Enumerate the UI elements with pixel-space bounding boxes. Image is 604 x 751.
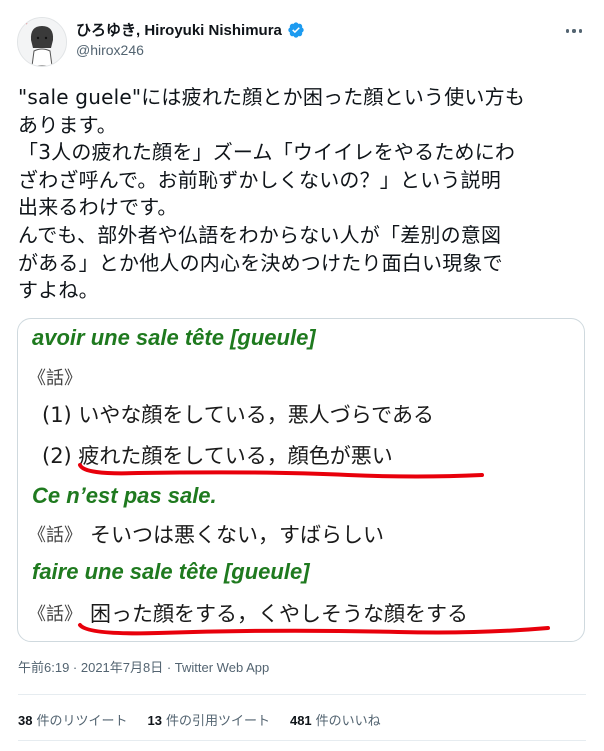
author-handle[interactable]: @hirox246: [76, 42, 144, 58]
verified-badge-icon: [288, 21, 304, 38]
quote-tweets-label: 件の引用ツイート: [165, 713, 270, 728]
red-underline-2: [78, 623, 550, 636]
tweet-media-image[interactable]: avoir une sale tête [gueule] 《話》 (1) いやな…: [17, 318, 585, 642]
author-display-name[interactable]: ひろゆき, Hiroyuki Nishimura: [76, 19, 282, 40]
divider: [18, 694, 586, 695]
retweets-stat[interactable]: 38 件のリツイート: [18, 710, 127, 729]
more-options-icon[interactable]: [563, 24, 585, 38]
likes-label: 件のいいね: [315, 713, 381, 728]
tweet-text: "sale guele"には疲れた顔とか困った顔という使い方も あります。 「3…: [18, 85, 526, 303]
author-name-row[interactable]: ひろゆき, Hiroyuki Nishimura: [76, 19, 305, 40]
avatar[interactable]: [17, 17, 67, 67]
retweets-count: 38: [18, 713, 33, 728]
likes-count: 481: [289, 713, 312, 728]
red-underline-marks: [78, 463, 550, 636]
red-underline-1: [78, 463, 484, 479]
quote-tweets-stat[interactable]: 13 件の引用ツイート: [147, 710, 269, 729]
likes-stat[interactable]: 481 件のいいね: [290, 710, 381, 729]
retweets-label: 件のリツイート: [36, 713, 128, 728]
avatar-illustration-icon: [18, 18, 66, 66]
tweet-stats: 38 件のリツイート 13 件の引用ツイート 481 件のいいね: [18, 710, 381, 729]
divider-bottom: [18, 740, 586, 741]
quote-tweets-count: 13: [147, 713, 162, 728]
tweet-timestamp[interactable]: 午前6:19 · 2021年7月8日 · Twitter Web App: [18, 657, 269, 676]
